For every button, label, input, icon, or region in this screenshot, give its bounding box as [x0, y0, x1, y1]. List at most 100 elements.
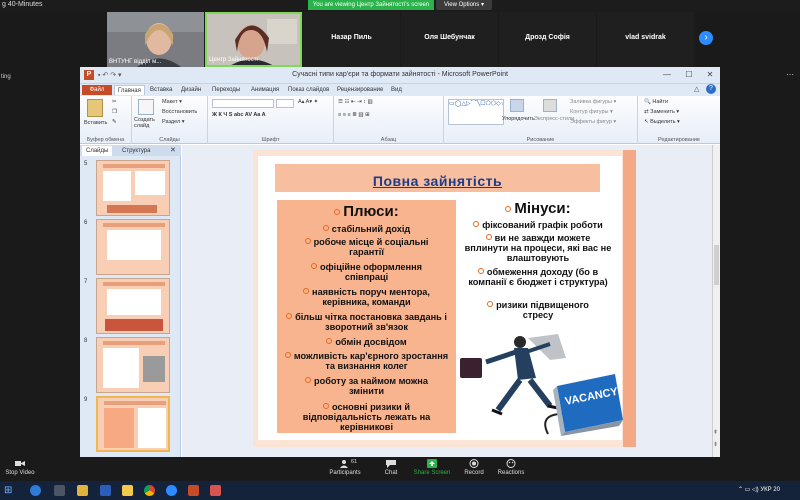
close-pane-icon[interactable]: ✕: [170, 146, 176, 154]
shape-fill-button[interactable]: Заливка фигуры ▾: [570, 99, 616, 105]
tile-name: ВНТУНГ відділ м...: [109, 59, 162, 65]
cut-icon[interactable]: ✂: [112, 99, 117, 105]
tab-design[interactable]: Дизайн: [178, 85, 204, 95]
bullet-icon: [322, 225, 329, 231]
video-tile-6[interactable]: vlad svidrak: [597, 12, 694, 67]
list-icons[interactable]: ☰ ☷ ⇤ ⇥ ↕ ▥: [338, 99, 373, 105]
share-screen-button[interactable]: Share Screen: [413, 459, 451, 476]
tab-animation[interactable]: Анимация: [248, 85, 282, 95]
zoom-app-icon[interactable]: [166, 485, 177, 496]
cons-heading: Мінуси:: [458, 200, 618, 217]
find-button[interactable]: 🔍 Найти: [644, 99, 668, 105]
shape-effects-button[interactable]: Эффекты фигур ▾: [570, 119, 616, 125]
powerpoint-taskbar-icon[interactable]: [188, 485, 199, 496]
slide-thumbnail-9-selected[interactable]: [96, 396, 170, 452]
section-button[interactable]: Раздел ▾: [162, 119, 184, 125]
file-explorer-icon[interactable]: [77, 485, 88, 496]
font-grow-icons[interactable]: A▴ A▾ ✦: [298, 99, 318, 105]
tab-view[interactable]: Вид: [388, 85, 405, 95]
video-tile-3[interactable]: Назар Пиль: [303, 12, 400, 67]
thumb-number: 9: [84, 397, 88, 403]
zoom-top-bar: g 40-Minutes You are viewing Центр Зайня…: [0, 0, 800, 12]
video-tile-2-active[interactable]: Центр Зайнятості: [205, 12, 302, 67]
pros-heading-text: Плюси:: [343, 203, 399, 220]
share-screen-label: Share Screen: [413, 470, 451, 476]
chevron-right-icon[interactable]: ›: [699, 31, 713, 45]
reset-button[interactable]: Восстановить: [162, 109, 197, 115]
tray-icons[interactable]: ⌃ ▭ ◁): [738, 487, 760, 493]
reactions-button[interactable]: Reactions: [495, 459, 527, 476]
video-tile-1[interactable]: ВНТУНГ відділ м...: [107, 12, 204, 67]
tab-file[interactable]: Файл: [82, 85, 112, 95]
minimize-icon[interactable]: —: [656, 69, 678, 81]
tab-slides[interactable]: Слайды: [82, 146, 113, 156]
help-icon[interactable]: ?: [706, 84, 716, 94]
quick-styles-button[interactable]: Экспресс-стили: [534, 116, 574, 122]
tab-review[interactable]: Рецензирование: [334, 85, 386, 95]
view-options-button[interactable]: View Options ▾: [436, 0, 492, 10]
next-slide-icon[interactable]: ⇟: [713, 441, 718, 448]
window-title: Сучасні типи кар'єри та формати зайнятос…: [292, 71, 508, 78]
new-slide-icon[interactable]: [138, 99, 154, 115]
layout-button[interactable]: Макет ▾: [162, 99, 182, 105]
drawing-group-label: Рисование: [526, 137, 555, 143]
vertical-scrollbar[interactable]: ⇞ ⇟: [712, 145, 720, 457]
tab-transitions[interactable]: Переходы: [209, 85, 243, 95]
shapes-gallery[interactable]: ▭◯△▷⌒╲☐⬠⬡◇☆⤴↻{}: [448, 99, 504, 125]
chrome-icon[interactable]: [144, 485, 155, 496]
more-icon[interactable]: ⋯: [786, 70, 794, 79]
video-tile-5[interactable]: Дрозд Софія: [499, 12, 596, 67]
thumb-number: 7: [84, 279, 88, 285]
align-icons[interactable]: ≡ ≡ ≡ ≣ ▥ ⊞: [338, 112, 370, 118]
con-item: фіксований графік роботи: [458, 220, 618, 230]
paste-icon[interactable]: [87, 99, 103, 117]
current-slide[interactable]: Повна зайнятість Плюси: стабільний дохід…: [253, 150, 636, 447]
task-view-icon[interactable]: [54, 485, 65, 496]
format-painter-icon[interactable]: ✎: [112, 119, 117, 125]
ribbon-minimize-icon[interactable]: △: [694, 85, 699, 93]
bullet-icon: [487, 301, 494, 307]
font-size-input[interactable]: [276, 99, 294, 108]
arrange-button[interactable]: Упорядочить: [502, 116, 535, 122]
maximize-icon[interactable]: ☐: [678, 69, 700, 81]
folder-icon[interactable]: [122, 485, 133, 496]
select-button[interactable]: ↖ Выделить ▾: [644, 119, 680, 125]
language-indicator[interactable]: УКР: [760, 487, 771, 493]
windows-start-icon[interactable]: ⊞: [4, 485, 12, 496]
video-tile-4[interactable]: Оля Шебунчак: [401, 12, 498, 67]
tab-home[interactable]: Главная: [114, 85, 145, 95]
shape-outline-button[interactable]: Контур фигуры ▾: [570, 109, 613, 115]
quick-styles-icon[interactable]: [543, 99, 557, 112]
con-item: ви не завжди можете вплинути на процеси,…: [458, 233, 618, 263]
slides-pane: Слайды Структура ✕ 5 6 7 8 9: [80, 145, 181, 457]
word-icon[interactable]: [100, 485, 111, 496]
pros-heading: Плюси:: [277, 203, 456, 220]
tab-outline[interactable]: Структура: [118, 146, 154, 156]
stop-video-button[interactable]: Stop Video: [2, 459, 38, 476]
copy-icon[interactable]: ❐: [112, 109, 117, 115]
chat-button[interactable]: Chat: [378, 459, 404, 476]
record-button[interactable]: Record: [460, 459, 488, 476]
pro-item: обмін досвідом: [277, 337, 456, 347]
participants-button[interactable]: 61 Participants: [325, 459, 365, 476]
font-style-icons[interactable]: Ж К Ч S abc AV Aa A: [212, 112, 266, 118]
clock[interactable]: 20: [773, 487, 780, 493]
app-icon[interactable]: [210, 485, 221, 496]
font-name-input[interactable]: [212, 99, 274, 108]
edge-icon[interactable]: [30, 485, 41, 496]
slide-thumbnail-8[interactable]: [96, 337, 170, 393]
pro-item-text: основні ризики й відповідальність лежать…: [302, 402, 431, 432]
arrange-icon[interactable]: [510, 99, 524, 112]
new-slide-button[interactable]: Создать слайд: [134, 117, 160, 129]
pro-item: можливість кар'єрного зростання та визна…: [277, 351, 456, 371]
tab-slideshow[interactable]: Показ слайдов: [285, 85, 332, 95]
close-icon[interactable]: ✕: [699, 69, 720, 81]
slide-thumbnail-6[interactable]: [96, 219, 170, 275]
pro-item-text: робоче місце й соціальні гарантії: [313, 237, 429, 257]
prev-slide-icon[interactable]: ⇞: [713, 429, 718, 436]
slide-thumbnail-5[interactable]: [96, 160, 170, 216]
tab-insert[interactable]: Вставка: [147, 85, 175, 95]
replace-button[interactable]: ⇄ Заменить ▾: [644, 109, 679, 115]
paste-button[interactable]: Вставить: [84, 120, 107, 126]
slide-thumbnail-7[interactable]: [96, 278, 170, 334]
